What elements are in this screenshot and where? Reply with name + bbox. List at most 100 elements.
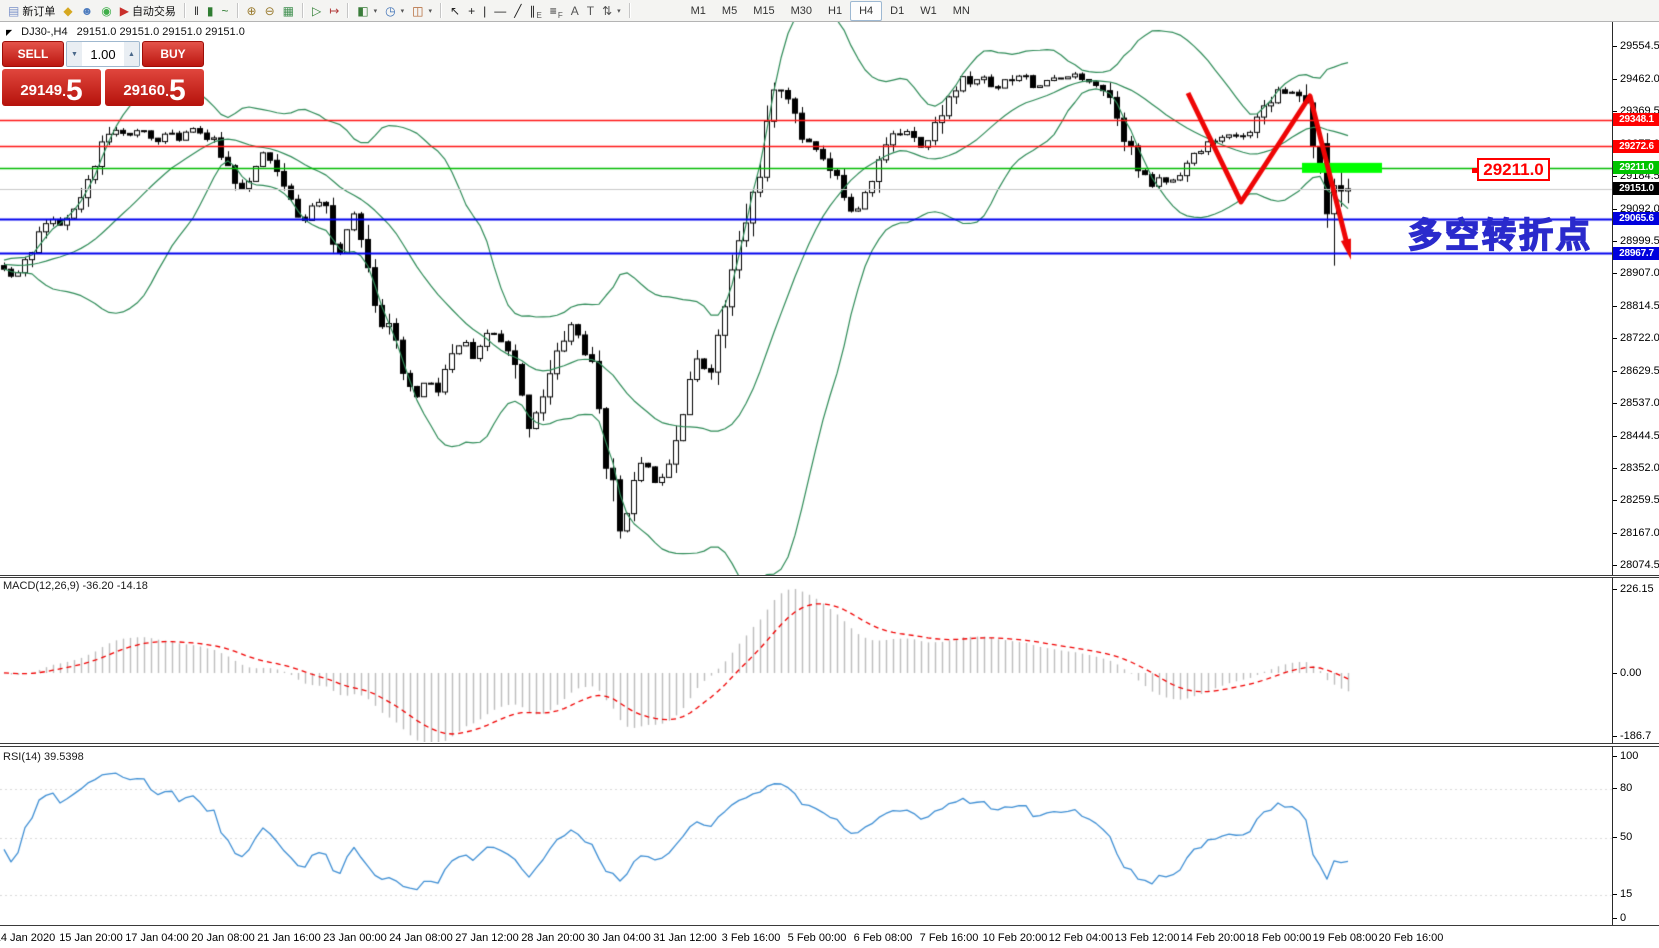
rsi-axis-tick: 80	[1620, 782, 1632, 794]
one-click-buttons-row: SELL ▼ ▲ BUY	[2, 41, 204, 67]
auto-scroll-button[interactable]: ▷	[308, 1, 325, 21]
rsi-canvas[interactable]	[0, 748, 1612, 925]
volume-input[interactable]	[82, 42, 124, 66]
arrows-button[interactable]: ⇅▾	[598, 1, 625, 21]
new-chart-dropdown-icon: ▾	[374, 7, 378, 15]
toolbar-group: ⊕⊖ ▦	[243, 0, 298, 21]
time-tick-label: 15 Jan 20:00	[59, 932, 123, 944]
autotrading-button[interactable]: ▶自动交易	[116, 1, 180, 21]
volume-decrease-button[interactable]: ▼	[67, 42, 82, 66]
fibonacci-button[interactable]: ≡F	[546, 1, 567, 21]
horizontal-line-button[interactable]: —	[490, 1, 510, 21]
cursor-button[interactable]: ↖	[446, 1, 464, 21]
toolbar-separator	[347, 3, 349, 18]
price-tag: 29348.1	[1613, 113, 1659, 126]
pane-separator[interactable]	[0, 575, 1659, 578]
new-order-icon: ▤	[8, 5, 19, 17]
sell-button[interactable]: SELL	[2, 41, 64, 67]
symbol-ohlc-line: ◤ DJ30-,H4 29151.0 29151.0 29151.0 29151…	[6, 26, 245, 38]
indicators-button[interactable]: ◫▾	[408, 1, 436, 21]
tile-windows-icon: ▦	[283, 5, 294, 17]
price-tag: 29211.0	[1613, 161, 1659, 174]
equidistant-channel-icon: ∥	[529, 5, 535, 17]
rsi-label: RSI(14) 39.5398	[3, 751, 84, 763]
gold-package-button[interactable]: ◆	[59, 1, 76, 21]
macd-canvas[interactable]	[0, 578, 1612, 742]
macd-axis-tick: 226.15	[1620, 583, 1654, 595]
arrows-icon: ⇅	[602, 5, 612, 17]
time-tick-label: 5 Feb 00:00	[788, 932, 847, 944]
price-tick: 28259.5	[1620, 494, 1659, 506]
time-tick-label: 30 Jan 04:00	[587, 932, 651, 944]
signal-icon: ◉	[101, 5, 111, 17]
new-chart-button[interactable]: ◧▾	[353, 1, 381, 21]
chart-shift-button[interactable]: ↦	[325, 1, 343, 21]
price-axis[interactable]: 29554.529462.029369.529277.029184.529092…	[1612, 22, 1659, 925]
timeframe-m5[interactable]: M5	[714, 1, 745, 21]
gold-package-icon: ◆	[63, 5, 72, 17]
one-click-prices-row: 29149.5 29160.5	[2, 69, 204, 106]
volume-increase-button[interactable]: ▲	[124, 42, 139, 66]
time-tick-label: 28 Jan 20:00	[521, 932, 585, 944]
trendline-button[interactable]: ╱	[510, 1, 525, 21]
time-tick-label: 10 Feb 20:00	[983, 932, 1048, 944]
equidistant-channel-letter: E	[536, 11, 541, 20]
timeframe-m15[interactable]: M15	[745, 1, 782, 21]
timeframe-m1[interactable]: M1	[683, 1, 714, 21]
indicators-dropdown-icon: ▾	[429, 7, 433, 15]
bar-chart-icon: ‖	[194, 5, 199, 17]
equidistant-channel-button[interactable]: ∥E	[525, 1, 545, 21]
buy-button[interactable]: BUY	[142, 41, 204, 67]
price-tick: 29462.0	[1620, 73, 1659, 85]
main-chart-canvas[interactable]	[0, 22, 1612, 575]
price-callout-label: 29211.0	[1477, 158, 1550, 181]
toolbar-group: ◧▾◷▾◫▾	[353, 0, 436, 21]
time-tick-label: 18 Feb 00:00	[1247, 932, 1312, 944]
volume-stepper: ▼ ▲	[66, 41, 140, 67]
timeframe-mn[interactable]: MN	[945, 1, 978, 21]
price-tick: 29554.5	[1620, 40, 1659, 52]
timeframe-m30[interactable]: M30	[783, 1, 820, 21]
macd-axis-tick: -186.7	[1620, 730, 1651, 742]
text-icon: A	[571, 5, 579, 17]
timeframe-d1[interactable]: D1	[882, 1, 912, 21]
candlestick-chart-button[interactable]: ▮	[203, 1, 218, 21]
zoom-out-button[interactable]: ⊖	[261, 1, 279, 21]
text-button[interactable]: A	[567, 1, 583, 21]
tile-windows-button[interactable]: ▦	[279, 1, 298, 21]
price-tick: 28629.5	[1620, 365, 1659, 377]
buy-price-frac: 5	[169, 78, 186, 104]
timeframe-w1[interactable]: W1	[912, 1, 945, 21]
timeframe-h1[interactable]: H1	[820, 1, 850, 21]
time-axis[interactable]: 14 Jan 202015 Jan 20:0017 Jan 04:0020 Ja…	[0, 930, 1659, 948]
time-tick-label: 14 Jan 2020	[0, 932, 55, 944]
time-tick-label: 7 Feb 16:00	[920, 932, 979, 944]
price-tick: 28907.0	[1620, 267, 1659, 279]
crosshair-button[interactable]: +	[464, 1, 479, 21]
profiles-icon: ◷	[385, 5, 395, 17]
time-tick-label: 23 Jan 00:00	[323, 932, 387, 944]
bar-chart-button[interactable]: ‖	[190, 1, 203, 21]
cn-annotation: 多空转折点	[1408, 208, 1593, 257]
price-tick: 28444.5	[1620, 430, 1659, 442]
macd-label: MACD(12,26,9) -36.20 -14.18	[3, 580, 148, 592]
ohlc-values: 29151.0 29151.0 29151.0 29151.0	[77, 26, 245, 38]
time-tick-label: 20 Jan 08:00	[191, 932, 255, 944]
vertical-line-button[interactable]: |	[479, 1, 490, 21]
pane-separator[interactable]	[0, 743, 1659, 747]
profiles-button[interactable]: ◷▾	[381, 1, 408, 21]
cursor-icon: ↖	[450, 5, 460, 17]
toolbar-separator	[184, 3, 186, 18]
signal-button[interactable]: ◉	[97, 1, 115, 21]
time-tick-label: 3 Feb 16:00	[722, 932, 781, 944]
market-watch-button[interactable]: ☻	[77, 1, 98, 21]
buy-price-display[interactable]: 29160.5	[105, 69, 204, 106]
new-order-button[interactable]: ▤新订单	[4, 1, 59, 21]
line-chart-button[interactable]: ~	[218, 1, 233, 21]
timeframe-h4[interactable]: H4	[850, 1, 882, 21]
zoom-in-button[interactable]: ⊕	[243, 1, 261, 21]
text-label-button[interactable]: T	[583, 1, 598, 21]
sell-price-display[interactable]: 29149.5	[2, 69, 101, 106]
price-tick: 28814.5	[1620, 300, 1659, 312]
fibonacci-letter: F	[558, 11, 563, 20]
